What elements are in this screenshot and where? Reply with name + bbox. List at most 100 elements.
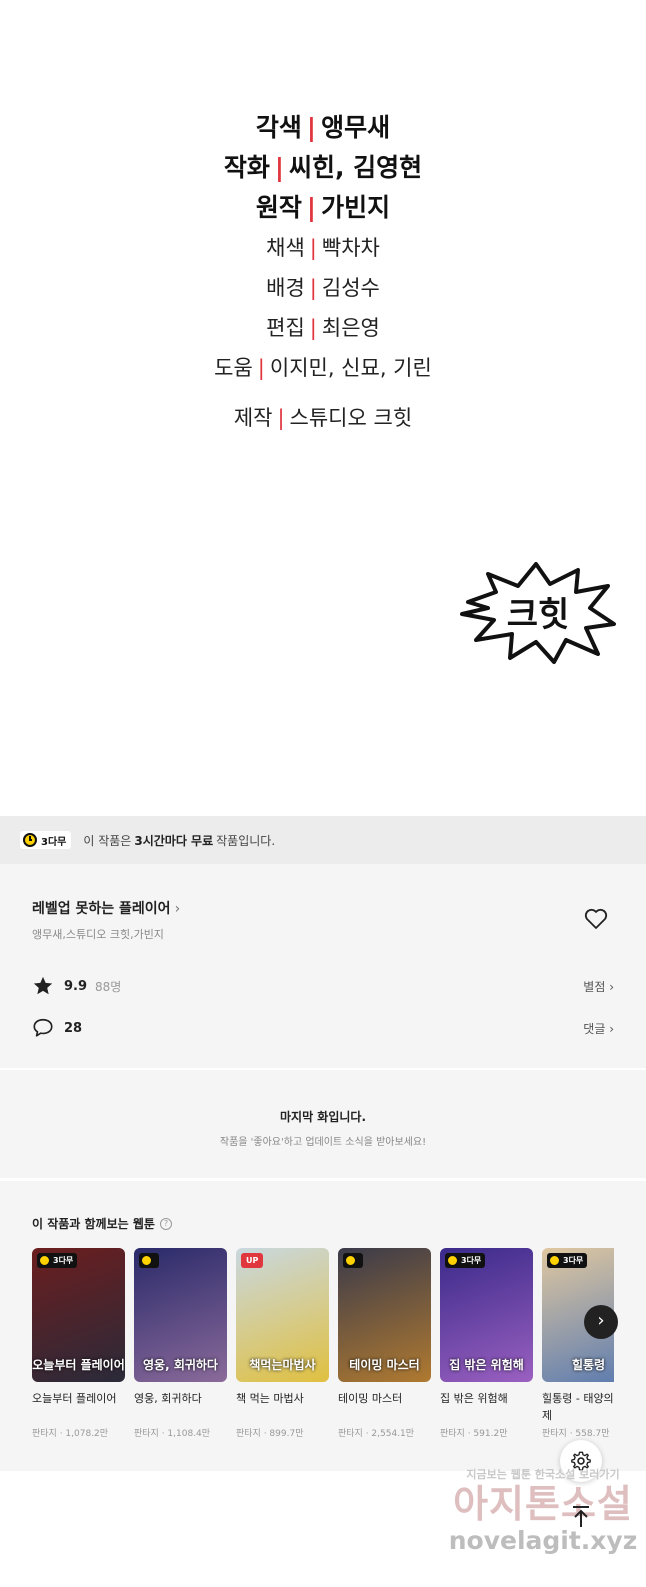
recommend-meta: 판타지 · 1,078.2만 <box>32 1429 109 1439</box>
credit-names: 김성수 <box>321 276 380 300</box>
credit-role: 원작 <box>255 193 302 222</box>
wait-free-badge-label: 3다무 <box>461 1256 482 1265</box>
recommend-cover-title: 집 밖은 위험해 <box>449 1358 524 1372</box>
viewer-page: 각색 | 앵무새 작화 | 씨힌, 김영현 원작 | 가빈지 채색 | 빡차차 배경 | 김성수 편… <box>0 0 646 1587</box>
clock-icon <box>141 1255 152 1266</box>
rating-count: 88명 <box>95 979 122 994</box>
free-banner-bold: 3시간마다 무료 <box>134 833 214 848</box>
credit-line: 제작 | 스튜디오 크힛 <box>0 398 646 438</box>
heart-icon[interactable] <box>584 908 608 930</box>
recommend-cover-title: 영웅, 회귀하다 <box>143 1358 218 1372</box>
credit-separator: | <box>306 193 317 222</box>
recommend-title: 집 밖은 위험해 <box>440 1392 508 1405</box>
credit-role: 각색 <box>255 113 302 142</box>
clock-icon <box>39 1255 50 1266</box>
up-badge-label: UP <box>246 1256 259 1265</box>
credit-names: 최은영 <box>321 316 380 340</box>
credit-names: 스튜디오 크힛 <box>289 406 413 430</box>
recommend-carousel: 3다무 오늘부터 플레이어 오늘부터 플레이어 판타지 · 1,078.2만 영웅, 회… <box>32 1248 614 1458</box>
comment-row: 28 댓글 › <box>32 1016 614 1040</box>
recommend-cover: 테이밍 마스터 <box>338 1248 431 1382</box>
watermark-line2: 아지톤소설 <box>453 1482 633 1526</box>
rating-link[interactable]: 별점 › <box>583 978 614 995</box>
recommend-cover: UP 책먹는마법사 <box>236 1248 329 1382</box>
recommend-card[interactable]: 테이밍 마스터 테이밍 마스터 판타지 · 2,554.1만 <box>338 1248 431 1439</box>
credit-separator: | <box>274 153 284 182</box>
credit-separator: | <box>309 316 317 340</box>
comment-count: 28 <box>64 1020 83 1036</box>
recommend-cover-title: 책먹는마법사 <box>249 1358 316 1372</box>
credit-separator: | <box>309 276 317 300</box>
credit-line: 도움 | 이지민, 신묘, 기린 <box>0 348 646 388</box>
clock-icon <box>23 833 37 847</box>
work-authors: 앵무새,스튜디오 크힛,가빈지 <box>32 928 164 941</box>
wait-free-badge-label: 3다무 <box>53 1256 74 1265</box>
recommend-meta: 판타지 · 558.7만 <box>542 1429 610 1439</box>
recommend-card[interactable]: 3다무 집 밖은 위험해 집 밖은 위험해 판타지 · 591.2만 <box>440 1248 533 1439</box>
wait-free-badge-label: 3다무 <box>563 1256 584 1265</box>
recommend-card[interactable]: 3다무 오늘부터 플레이어오늘부터 플레이어판타지 · 1,078.2만 <box>32 1248 125 1439</box>
credit-names: 이지민, 신묘, 기린 <box>269 356 432 380</box>
credit-role: 도움 <box>214 356 253 380</box>
free-banner: 3다무 이 작품은 3시간마다 무료 작품입니다. <box>0 816 646 864</box>
up-badge: UP <box>241 1253 264 1268</box>
recommend-cover: 3다무집 밖은 위험해 <box>440 1248 533 1382</box>
credits-block: 각색 | 앵무새 작화 | 씨힌, 김영현 원작 | 가빈지 채색 | 빡차차 배경 | 김성수 편… <box>0 108 646 438</box>
last-episode-notice: 마지막 화입니다. 작품을 '좋아요'하고 업데이트 소식을 받아보세요! <box>0 1070 646 1178</box>
credit-separator: | <box>306 113 317 142</box>
credit-role: 작화 <box>223 153 270 182</box>
wait-free-badge: 3다무 <box>547 1253 588 1268</box>
comment-link[interactable]: 댓글 › <box>583 1020 614 1037</box>
recommend-title: 영웅, 회귀하다 <box>134 1392 202 1405</box>
credit-line: 작화 | 씨힌, 김영현 <box>0 148 646 188</box>
recommend-title: 테이밍 마스터 <box>338 1392 403 1405</box>
recommend-section: 이 작품과 함께보는 웹툰? 3다무 오늘부터 플레이어오늘부터 플레이어판타지 … <box>0 1181 646 1471</box>
credit-line: 배경 | 김성수 <box>0 268 646 308</box>
last-episode-sub: 작품을 '좋아요'하고 업데이트 소식을 받아보세요! <box>219 1137 427 1148</box>
studio-logo: 크힛 <box>460 562 616 664</box>
wait-free-badge: 3다무 <box>445 1253 486 1268</box>
carousel-next-button[interactable]: › <box>584 1305 618 1339</box>
rating-value: 9.9 <box>64 978 88 994</box>
star-icon <box>33 976 53 995</box>
credit-line: 각색 | 앵무새 <box>0 108 646 148</box>
recommend-title: 힐통령 - 태양의 사제 <box>542 1392 614 1422</box>
credit-separator: | <box>277 406 285 430</box>
comment-icon <box>33 1018 53 1037</box>
wait-free-badge <box>139 1253 159 1268</box>
recommend-title: 책 먹는 마법사 <box>236 1392 304 1405</box>
wait-free-badge: 3다무 <box>37 1253 78 1268</box>
watermark: 지금보는 웹툰 한국소설 보러가기 아지톤소설 novelagit.xyz <box>438 1466 646 1586</box>
credit-line: 편집 | 최은영 <box>0 308 646 348</box>
studio-logo-text: 크힛 <box>507 595 570 635</box>
credit-names: 씨힌, 김영현 <box>288 153 423 182</box>
gear-icon <box>571 1451 591 1471</box>
recommend-cover: 3다무 오늘부터 플레이어 <box>32 1248 125 1382</box>
help-icon[interactable]: ? <box>159 1217 172 1230</box>
scroll-top-button[interactable] <box>560 1496 602 1538</box>
credit-names: 앵무새 <box>321 113 391 142</box>
recommend-card[interactable]: 3다무힐통령힐통령 - 태양의 사제판타지 · 558.7만 <box>542 1248 614 1439</box>
work-info: 레벨업 못하는 플레이어 › 앵무새,스튜디오 크힛,가빈지 9.9 88명 별점… <box>0 864 646 1068</box>
work-title-link[interactable]: 레벨업 못하는 플레이어 › <box>32 898 180 918</box>
credit-names: 빡차차 <box>321 236 380 260</box>
settings-button[interactable] <box>560 1440 602 1482</box>
free-banner-prefix: 이 작품은 <box>83 833 132 848</box>
recommend-meta: 판타지 · 1,108.4만 <box>134 1429 211 1439</box>
free-banner-suffix: 작품입니다. <box>216 833 276 848</box>
work-title: 레벨업 못하는 플레이어 <box>32 901 171 917</box>
credit-role: 배경 <box>266 276 305 300</box>
recommend-meta: 판타지 · 899.7만 <box>236 1429 304 1439</box>
clock-icon <box>549 1255 560 1266</box>
recommend-title: 오늘부터 플레이어 <box>32 1392 117 1405</box>
credit-separator: | <box>257 356 265 380</box>
credit-line: 원작 | 가빈지 <box>0 188 646 228</box>
recommend-card[interactable]: UP 책먹는마법사책 먹는 마법사판타지 · 899.7만 <box>236 1248 329 1439</box>
recommend-card[interactable]: 영웅, 회귀하다 영웅, 회귀하다 판타지 · 1,108.4만 <box>134 1248 227 1439</box>
recommend-heading: 이 작품과 함께보는 웹툰 <box>32 1217 155 1231</box>
credit-role: 편집 <box>266 316 305 340</box>
credit-role: 제작 <box>233 406 273 430</box>
credit-line: 채색 | 빡차차 <box>0 228 646 268</box>
recommend-meta: 판타지 · 591.2만 <box>440 1429 508 1439</box>
chevron-right-icon: › <box>174 901 181 917</box>
